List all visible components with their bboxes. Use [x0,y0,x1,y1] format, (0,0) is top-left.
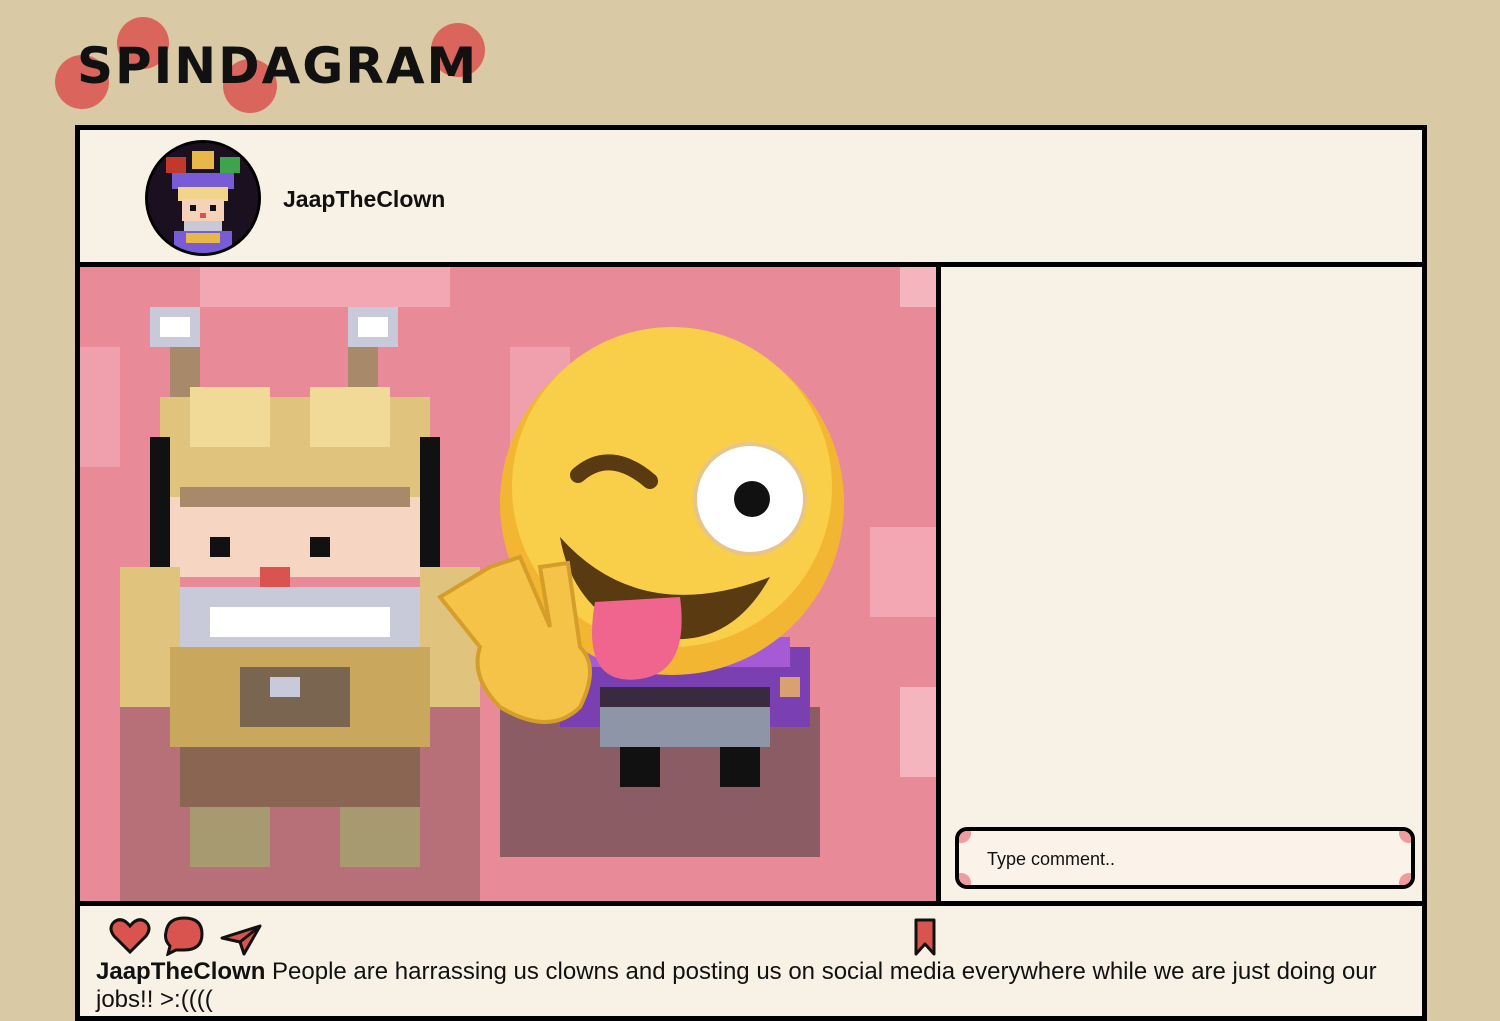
comment-input[interactable] [985,845,1389,873]
bookmark-icon[interactable] [912,918,938,958]
corner-dot [959,873,971,885]
speech-bubble-icon[interactable] [162,914,206,956]
corner-dot [1399,831,1411,843]
corner-dot [1399,873,1411,885]
comment-box[interactable] [955,827,1415,889]
caption-username[interactable]: JaapTheClown [96,958,265,985]
post-username[interactable]: JaapTheClown [283,186,445,213]
post-image [75,262,941,906]
paper-plane-icon[interactable] [220,924,262,958]
post-image-art [80,267,936,901]
comments-panel [936,262,1427,906]
clown-avatar-image [148,143,258,253]
app-name: SPINDAGRAM [77,37,479,95]
corner-dot [959,831,971,843]
post-caption: JaapTheClown People are harrassing us cl… [96,958,1396,1014]
caption-text: People are harrassing us clowns and post… [96,958,1377,1013]
post-header: JaapTheClown [75,125,1427,267]
app-logo[interactable]: SPINDAGRAM [55,15,495,115]
post-footer: JaapTheClown People are harrassing us cl… [75,901,1427,1021]
heart-icon[interactable] [108,916,152,956]
avatar[interactable] [145,140,261,256]
